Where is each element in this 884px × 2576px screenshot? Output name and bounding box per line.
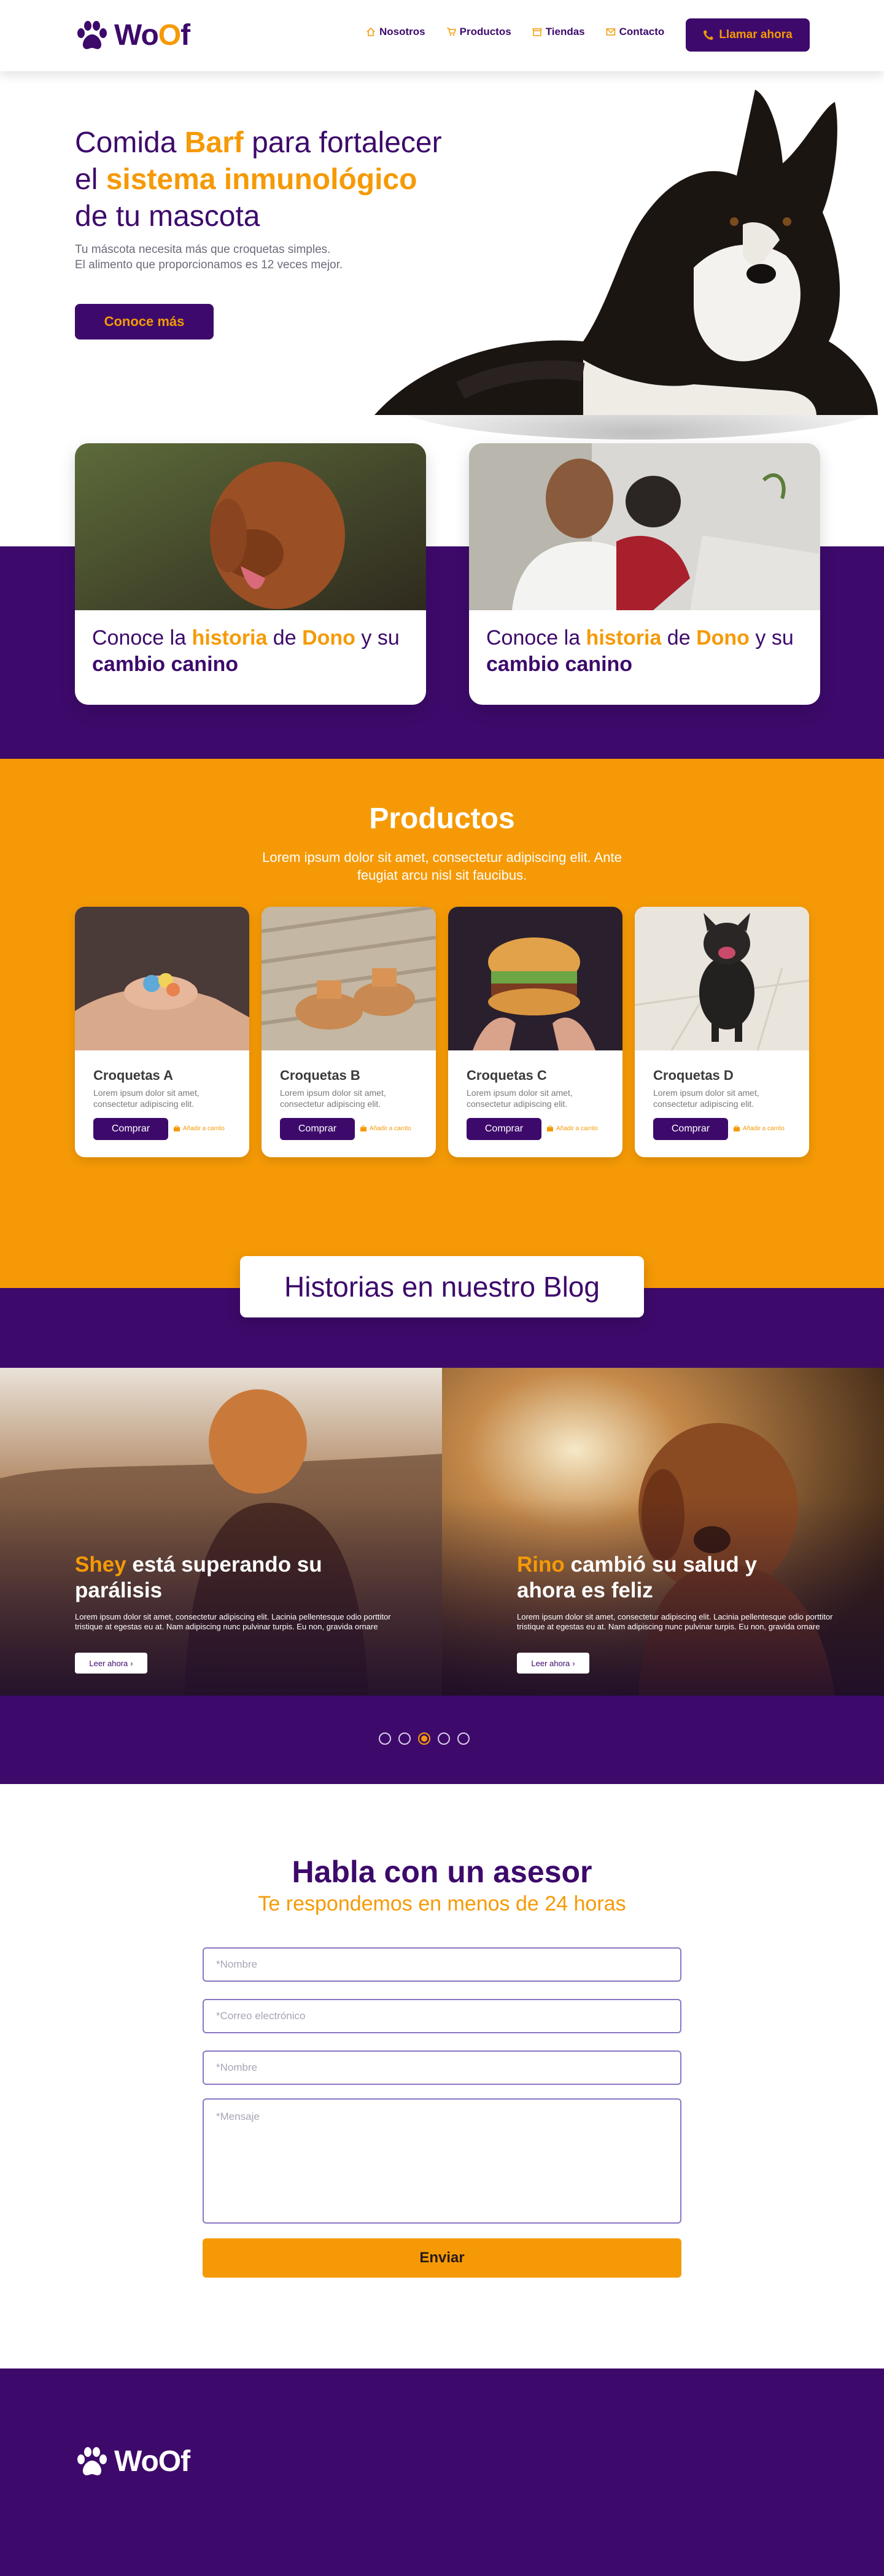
nav-item-productos[interactable]: Productos [446,26,511,38]
product-name: Croquetas A [93,1068,173,1083]
bag-icon [734,1125,740,1131]
product-description: Lorem ipsum dolor sit amet, consectetur … [280,1088,386,1109]
product-name: Croquetas B [280,1068,360,1083]
product-card: Croquetas B Lorem ipsum dolor sit amet, … [262,907,436,1157]
bag-icon [360,1125,366,1131]
name-field-2[interactable] [203,2050,681,2085]
name-field[interactable] [203,1947,681,1982]
carousel-dot[interactable] [438,1732,450,1745]
add-to-cart-link[interactable]: Añadir a carrito [360,1125,411,1132]
add-to-cart-link[interactable]: Añadir a carrito [173,1125,225,1132]
carousel-dot-active[interactable] [418,1732,430,1745]
bag-icon [174,1125,180,1131]
footer-logo[interactable]: WoOf [75,2445,190,2478]
blog-title: Historias en nuestro Blog [240,1256,644,1317]
home-icon [366,27,375,36]
buy-button[interactable]: Comprar [467,1118,541,1140]
main-nav: Nosotros Productos Tiendas Contacto [366,26,664,38]
send-button[interactable]: Enviar [203,2238,681,2278]
story-card[interactable]: Conoce la historia de Dono y su cambio ca… [75,443,426,705]
brand-name: WoOf [114,19,190,52]
product-photo [75,907,249,1050]
store-icon [532,28,542,36]
dog-photo [75,443,426,610]
paw-icon [77,2446,107,2475]
contact-subtitle: Te respondemos en menos de 24 horas [258,1892,626,1915]
product-photo [635,907,809,1051]
mail-icon [606,28,615,36]
brand-name: WoOf [114,2445,190,2478]
blog-slide-text: Lorem ipsum dolor sit amet, consectetur … [517,1612,833,1631]
nav-item-tiendas[interactable]: Tiendas [532,26,585,38]
phone-icon [704,30,714,40]
buy-button[interactable]: Comprar [93,1118,168,1140]
carousel-dot[interactable] [457,1732,470,1745]
story-text: Conoce la historia de Dono y su cambio ca… [486,626,794,676]
hero-subtitle: Tu máscota necesita más que croquetas si… [75,243,343,271]
product-name: Croquetas C [467,1068,547,1083]
chevron-right-icon: › [572,1658,575,1668]
product-card: Croquetas A Lorem ipsum dolor sit amet, … [75,907,249,1157]
blog-slide-title: Rino cambió su salud y ahora es feliz [517,1553,757,1602]
product-card: Croquetas C Lorem ipsum dolor sit amet, … [448,907,622,1157]
chevron-right-icon: › [130,1658,133,1668]
product-description: Lorem ipsum dolor sit amet, consectetur … [653,1088,759,1109]
blog-slide-title: Shey está superando su parálisis [75,1553,322,1602]
carousel-dots [379,1732,470,1745]
nav-item-nosotros[interactable]: Nosotros [366,26,425,38]
products-title: Productos [369,802,515,835]
call-now-button[interactable]: Llamar ahora [686,18,810,52]
buy-button[interactable]: Comprar [653,1118,728,1140]
buy-button[interactable]: Comprar [280,1118,355,1140]
nav-item-contacto[interactable]: Contacto [606,26,664,38]
cart-icon [446,28,456,36]
story-card[interactable]: Conoce la historia de Dono y su cambio ca… [469,443,820,705]
carousel-dot[interactable] [398,1732,411,1745]
read-now-button[interactable]: Leer ahora › [517,1653,589,1674]
add-to-cart-link[interactable]: Añadir a carrito [546,1125,598,1132]
bag-icon [547,1125,553,1131]
blog-slide-text: Lorem ipsum dolor sit amet, consectetur … [75,1612,391,1631]
product-name: Croquetas D [653,1068,734,1083]
email-field[interactable] [203,1999,681,2033]
product-description: Lorem ipsum dolor sit amet, consectetur … [93,1088,200,1109]
paw-icon [77,20,107,49]
story-text: Conoce la historia de Dono y su cambio ca… [92,626,400,676]
blog-slide: Shey está superando su parálisis Lorem i… [0,1368,442,1696]
carousel-dot[interactable] [379,1732,391,1745]
hero-title: Comida Barf para fortalecer el sistema i… [75,126,442,233]
read-now-button[interactable]: Leer ahora › [75,1653,147,1674]
boy-with-dog-photo [0,1368,442,1696]
site-header: WoOf Nosotros Productos Tiendas Contacto… [0,0,884,71]
blog-slide: Rino cambió su salud y ahora es feliz Lo… [442,1368,884,1696]
dog-sunset-photo [442,1368,884,1696]
contact-title: Habla con un asesor [292,1855,592,1889]
product-description: Lorem ipsum dolor sit amet, consectetur … [467,1088,573,1109]
product-photo [262,907,436,1050]
product-photo [448,907,622,1050]
add-to-cart-link[interactable]: Añadir a carrito [733,1125,785,1132]
learn-more-button[interactable]: Conoce más [75,304,214,339]
site-footer: WoOf [0,2368,884,2576]
product-card: Croquetas D Lorem ipsum dolor sit amet, … [635,907,809,1157]
message-field[interactable] [203,2098,681,2224]
man-with-dog-photo [469,443,820,610]
brand-logo[interactable]: WoOf [75,18,190,52]
products-subtitle: Lorem ipsum dolor sit amet, consectetur … [262,850,622,883]
